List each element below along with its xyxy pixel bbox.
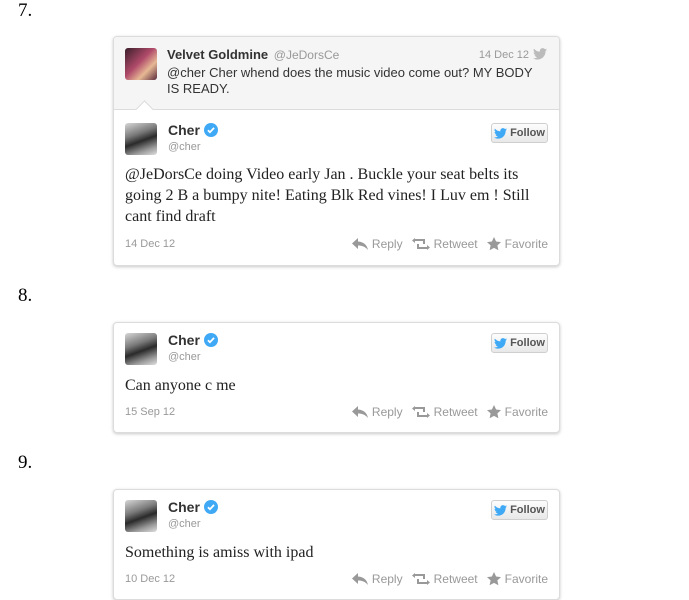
avatar[interactable] <box>125 48 157 80</box>
reply-context-text: @cher Cher whend does the music video co… <box>167 65 533 96</box>
reply-button[interactable]: Reply <box>351 405 403 419</box>
reply-button[interactable]: Reply <box>351 237 403 251</box>
tweet-card: Cher @cher Follow Something is amiss wit… <box>113 489 560 600</box>
follow-label: Follow <box>510 504 545 516</box>
twitter-bird-icon <box>494 127 508 139</box>
verified-icon <box>203 123 218 137</box>
twitter-bird-icon <box>494 504 508 516</box>
author-handle[interactable]: @cher <box>168 351 201 363</box>
twitter-bird-icon[interactable] <box>533 48 547 60</box>
avatar[interactable] <box>125 500 157 532</box>
twitter-bird-icon <box>494 337 508 349</box>
follow-button[interactable]: Follow <box>491 333 548 353</box>
tweet-card: Cher @cher Follow Can anyone c me 15 Sep… <box>113 322 560 433</box>
follow-button[interactable]: Follow <box>491 500 548 520</box>
tweet-actions: Reply Retweet Favorite <box>351 405 548 419</box>
retweet-button[interactable]: Retweet <box>411 237 478 251</box>
reply-button[interactable]: Reply <box>351 572 403 586</box>
tweet-card: Velvet Goldmine @JeDorsCe 14 Dec 12 @che… <box>113 36 560 266</box>
item-number: 7. <box>18 0 33 21</box>
author-name[interactable]: Cher <box>168 499 200 515</box>
tweet-date[interactable]: 14 Dec 12 <box>479 49 529 61</box>
retweet-icon <box>411 238 430 250</box>
tweet-date[interactable]: 10 Dec 12 <box>125 573 175 585</box>
avatar[interactable] <box>125 333 157 365</box>
reply-icon <box>351 238 368 250</box>
star-icon <box>486 572 501 586</box>
reply-context: Velvet Goldmine @JeDorsCe 14 Dec 12 @che… <box>114 37 559 119</box>
author-handle[interactable]: @cher <box>168 518 201 530</box>
favorite-button[interactable]: Favorite <box>486 572 548 586</box>
favorite-button[interactable]: Favorite <box>486 237 548 251</box>
tweet-date[interactable]: 14 Dec 12 <box>125 238 175 250</box>
retweet-button[interactable]: Retweet <box>411 405 478 419</box>
favorite-button[interactable]: Favorite <box>486 405 548 419</box>
verified-icon <box>203 500 218 514</box>
tweet-text: Something is amiss with ipad <box>125 544 314 561</box>
author-name[interactable]: Cher <box>168 122 200 138</box>
author-name[interactable]: Cher <box>168 332 200 348</box>
item-number: 9. <box>18 452 33 473</box>
tweet-text: Can anyone c me <box>125 377 236 394</box>
follow-label: Follow <box>510 337 545 349</box>
author-handle[interactable]: @cher <box>168 141 201 153</box>
star-icon <box>486 237 501 251</box>
author-name[interactable]: Velvet Goldmine <box>167 47 268 62</box>
retweet-button[interactable]: Retweet <box>411 572 478 586</box>
follow-button[interactable]: Follow <box>491 123 548 143</box>
tweet-date[interactable]: 15 Sep 12 <box>125 406 175 418</box>
item-number: 8. <box>18 285 33 306</box>
star-icon <box>486 405 501 419</box>
follow-label: Follow <box>510 127 545 139</box>
retweet-icon <box>411 573 430 585</box>
tweet-actions: Reply Retweet Favorite <box>351 572 548 586</box>
reply-icon <box>351 406 368 418</box>
avatar[interactable] <box>125 123 157 155</box>
verified-icon <box>203 333 218 347</box>
author-handle[interactable]: @JeDorsCe <box>274 48 340 62</box>
reply-icon <box>351 573 368 585</box>
tweet-actions: Reply Retweet Favorite <box>351 237 548 251</box>
retweet-icon <box>411 406 430 418</box>
tweet-text: @JeDorsCe doing Video early Jan . Buckle… <box>125 166 530 225</box>
